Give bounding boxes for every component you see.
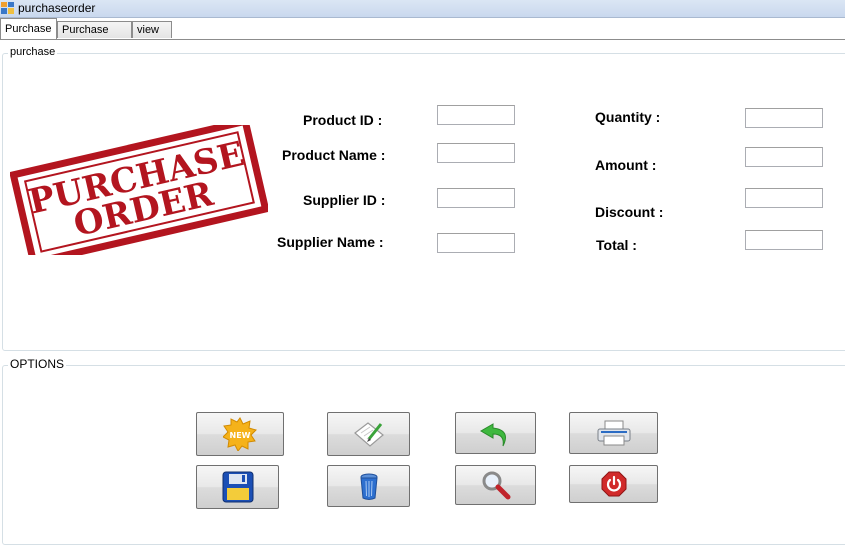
print-button[interactable] [569,412,658,454]
label-amount: Amount : [595,157,657,173]
exit-button[interactable] [569,465,658,503]
tab-purchase[interactable]: Purchase [0,18,57,39]
printer-icon [597,420,630,446]
edit-icon [353,422,384,447]
new-button[interactable]: NEW [196,412,284,456]
tab-view[interactable]: view [132,21,172,38]
label-supplier-id: Supplier ID : [303,192,386,208]
product-name-input[interactable] [437,143,515,163]
label-product-id: Product ID : [303,112,383,128]
quantity-input[interactable] [745,108,823,128]
undo-icon [479,423,506,447]
supplier-name-input[interactable] [437,233,515,253]
edit-button[interactable] [327,412,410,456]
search-button[interactable] [455,465,536,505]
purchase-group-legend: purchase [8,46,58,58]
save-icon [222,471,253,503]
app-icon [1,2,14,14]
window-title: purchaseorder [18,1,96,15]
label-product-name: Product Name : [282,147,386,163]
label-discount: Discount : [595,204,664,220]
trash-icon [359,473,378,500]
new-icon: NEW [223,417,257,451]
label-quantity: Quantity : [595,109,661,125]
discount-input[interactable] [745,188,823,208]
delete-button[interactable] [327,465,410,507]
supplier-id-input[interactable] [437,188,515,208]
undo-button[interactable] [455,412,536,454]
label-total: Total : [596,237,637,253]
total-input[interactable] [745,230,823,250]
purchase-order-stamp: PURCHASE ORDER [10,125,268,255]
amount-input[interactable] [745,147,823,167]
svg-text:NEW: NEW [230,431,251,440]
title-bar: purchaseorder [0,0,845,18]
power-icon [601,471,626,497]
search-icon [482,471,510,500]
tab-purchase-list[interactable]: Purchase List [57,21,132,53]
tab-strip: Purchase Purchase List view [0,18,845,53]
product-id-input[interactable] [437,105,515,125]
save-button[interactable] [196,465,279,509]
label-supplier-name: Supplier Name : [277,234,384,250]
options-group-legend: OPTIONS [8,357,67,371]
options-groupbox: OPTIONS [2,357,845,545]
